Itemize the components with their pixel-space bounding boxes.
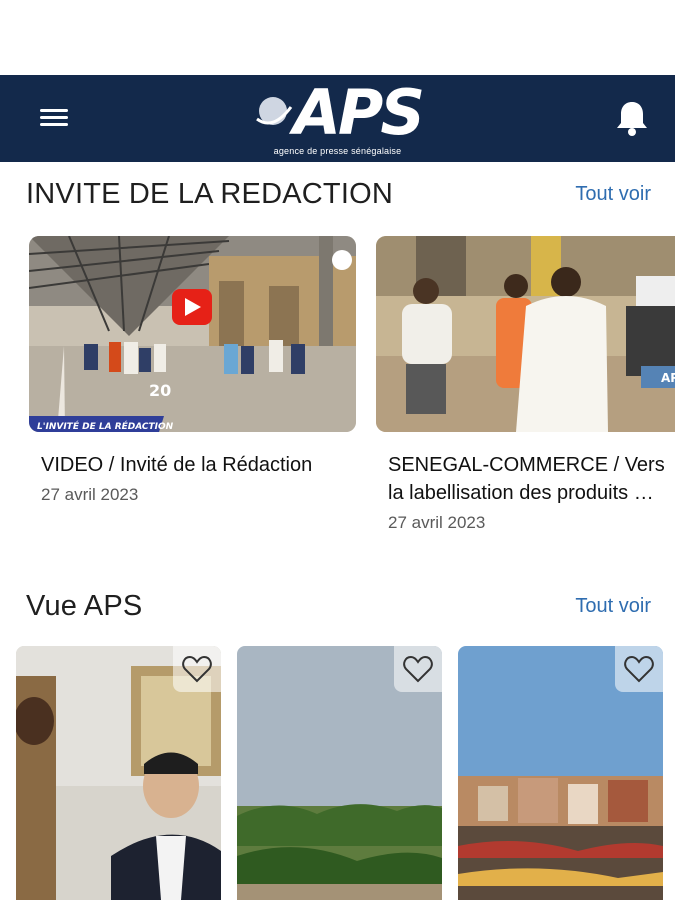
article-date: 27 avril 2023 [41, 485, 139, 504]
favorite-heart-icon[interactable] [173, 646, 221, 692]
favorite-heart-icon[interactable] [615, 646, 663, 692]
logo-subtitle: agence de presse sénégalaise [273, 145, 402, 156]
photo-tile[interactable] [16, 646, 221, 900]
vue-aps-see-all-link[interactable]: Tout voir [575, 595, 651, 618]
logo-globe-icon [256, 96, 293, 125]
article-title[interactable]: SENEGAL-COMMERCE / Vers la labellisation… [376, 451, 675, 507]
invite-section-title: INVITE DE LA REDACTION [26, 178, 393, 210]
notification-bell-icon[interactable] [615, 99, 651, 139]
invite-see-all-link[interactable]: Tout voir [575, 183, 651, 206]
vue-aps-section-header: Vue APS Tout voir [26, 590, 651, 623]
favorite-heart-icon[interactable] [394, 646, 442, 692]
panel-guests-thumbnail: AP [376, 236, 675, 432]
article-thumbnail[interactable]: AP [376, 236, 675, 432]
video-banner-text: L'INVITÉ DE LA RÉDACTION [37, 420, 174, 432]
floor-number: 20 [149, 381, 171, 400]
youtube-play-icon[interactable] [172, 289, 212, 325]
article-card[interactable]: 20 L'INVITÉ DE LA RÉDACTION VIDEO / Invi… [29, 236, 356, 505]
aps-badge: AP [661, 371, 675, 385]
article-title[interactable]: VIDEO / Invité de la Rédaction [29, 451, 329, 479]
aps-logo: APS agence de presse sénégalaise [253, 75, 425, 156]
article-thumbnail[interactable]: 20 L'INVITÉ DE LA RÉDACTION [29, 236, 356, 432]
warehouse-video-thumbnail: 20 L'INVITÉ DE LA RÉDACTION [29, 236, 356, 432]
photo-tile[interactable] [237, 646, 442, 900]
article-date: 27 avril 2023 [388, 513, 486, 532]
vue-aps-section-title: Vue APS [26, 590, 143, 622]
photo-tile[interactable] [458, 646, 663, 900]
aps-watermark-icon [332, 250, 352, 270]
menu-icon[interactable] [40, 105, 72, 131]
app-header: APS agence de presse sénégalaise [0, 75, 675, 162]
article-card[interactable]: AP SENEGAL-COMMERCE / Vers la labellisat… [376, 236, 675, 533]
invite-section-header: INVITE DE LA REDACTION Tout voir [26, 178, 651, 211]
logo-text: APS [292, 75, 425, 149]
